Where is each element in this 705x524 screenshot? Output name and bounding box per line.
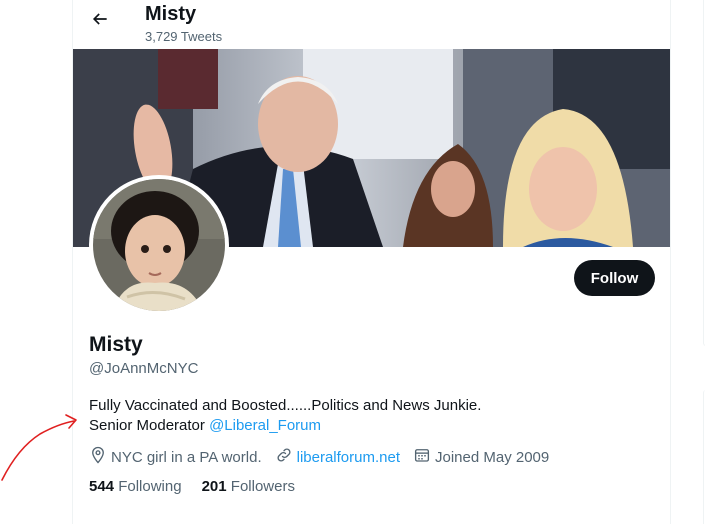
followers-label: Followers — [230, 478, 295, 495]
joined-text: Joined May 2009 — [435, 448, 550, 466]
profile-stats: 544 Following 201 Followers — [89, 478, 315, 495]
followers-count: 201 — [201, 478, 227, 495]
profile-joined: Joined May 2009 — [413, 446, 549, 468]
header-title: Misty — [145, 3, 197, 25]
bio-line-2-text: Senior Moderator — [89, 417, 210, 434]
profile-website[interactable]: liberalforum.net — [275, 446, 400, 468]
profile-handle: @JoAnnMcNYC — [89, 360, 199, 377]
bio-mention-link[interactable]: @Liberal_Forum — [209, 417, 321, 434]
arrow-left-icon — [90, 9, 110, 34]
back-button[interactable] — [85, 6, 115, 36]
following-label: Following — [118, 478, 182, 495]
location-text: NYC girl in a PA world. — [111, 448, 262, 466]
calendar-icon — [413, 446, 435, 468]
website-link[interactable]: liberalforum.net — [297, 449, 400, 466]
profile-meta: NYC girl in a PA world. liberalforum.net… — [89, 446, 562, 468]
profile-bio: Fully Vaccinated and Boosted......Politi… — [89, 396, 649, 436]
tweet-count: 3,729 Tweets — [145, 29, 223, 44]
red-arrow-annotation — [1, 414, 77, 481]
followers-stat[interactable]: 201 Followers — [202, 478, 295, 495]
bio-line-1: Fully Vaccinated and Boosted......Politi… — [89, 397, 482, 414]
avatar[interactable] — [89, 175, 229, 315]
profile-header: Misty 3,729 Tweets — [73, 0, 670, 48]
link-icon — [275, 446, 297, 468]
location-pin-icon — [89, 446, 111, 468]
follow-button[interactable]: Follow — [574, 260, 655, 296]
following-stat[interactable]: 544 Following — [89, 478, 182, 495]
profile-display-name: Misty — [89, 333, 143, 356]
timeline-right-border — [670, 0, 671, 524]
bio-line-2: Senior Moderator @Liberal_Forum — [89, 416, 649, 436]
profile-location: NYC girl in a PA world. — [89, 446, 262, 468]
following-count: 544 — [89, 478, 115, 495]
